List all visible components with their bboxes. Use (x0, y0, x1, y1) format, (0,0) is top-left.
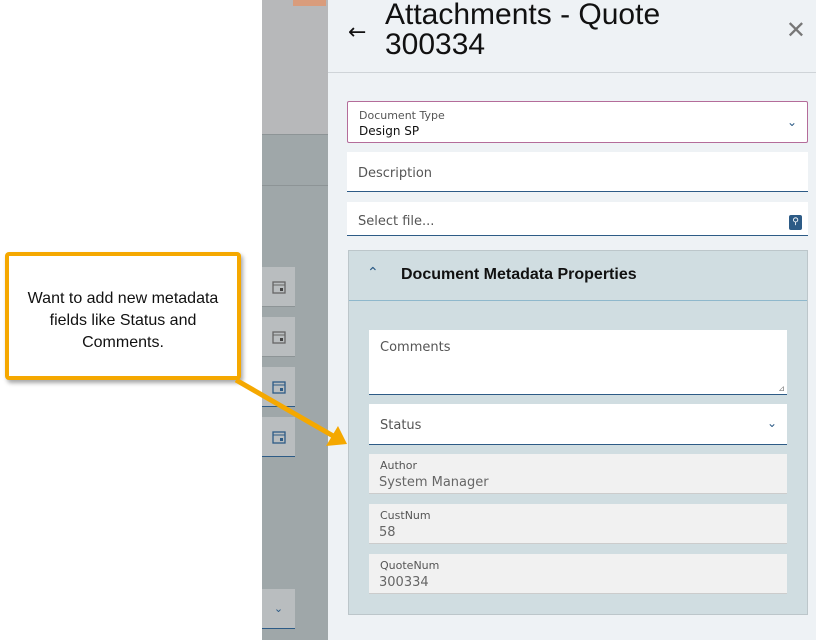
page-title: Attachments - Quote 300334 (385, 0, 661, 61)
background-header (262, 0, 328, 135)
quotenum-field: QuoteNum 300334 (369, 554, 787, 594)
author-value: System Manager (379, 475, 489, 490)
custnum-label: CustNum (380, 509, 431, 522)
metadata-header[interactable]: ⌃ Document Metadata Properties (349, 251, 807, 301)
attachments-panel: ← Attachments - Quote 300334 ✕ Document … (328, 0, 816, 640)
calendar-button[interactable] (262, 317, 295, 357)
browse-file-icon[interactable]: ⚲ (789, 215, 802, 230)
custnum-value: 58 (379, 525, 396, 540)
metadata-section: ⌃ Document Metadata Properties Comments … (348, 250, 808, 615)
chevron-down-icon: ⌄ (273, 602, 284, 615)
calendar-button[interactable] (262, 417, 295, 457)
chevron-down-icon: ⌄ (786, 115, 797, 129)
chevron-down-icon: ⌄ (766, 416, 777, 430)
resize-handle-icon[interactable]: ⊿ (778, 384, 785, 393)
calendar-icon (271, 330, 286, 344)
document-type-value: Design SP (359, 124, 420, 138)
quotenum-label: QuoteNum (380, 559, 440, 572)
calendar-button[interactable] (262, 367, 295, 407)
back-arrow-icon[interactable]: ← (348, 20, 366, 45)
status-select[interactable]: Status ⌄ (369, 404, 787, 445)
author-field: Author System Manager (369, 454, 787, 494)
author-label: Author (380, 459, 418, 472)
document-type-label: Document Type (359, 109, 445, 122)
comments-textarea[interactable]: Comments ⊿ (369, 330, 787, 395)
file-select-input[interactable]: Select file... ⚲ (347, 202, 808, 236)
status-placeholder: Status (380, 418, 422, 433)
calendar-icon (271, 280, 286, 294)
callout-text: Want to add new metadata fields like Sta… (27, 290, 219, 351)
document-type-select[interactable]: Document Type Design SP ⌄ (347, 101, 808, 143)
divider (262, 185, 328, 186)
close-icon[interactable]: ✕ (786, 16, 806, 44)
panel-header: ← Attachments - Quote 300334 ✕ (328, 0, 816, 73)
file-placeholder: Select file... (358, 214, 435, 229)
quotenum-value: 300334 (379, 575, 429, 590)
calendar-icon (271, 380, 286, 394)
chevron-up-icon[interactable]: ⌃ (367, 265, 379, 281)
calendar-icon (271, 430, 286, 444)
description-placeholder: Description (358, 166, 433, 181)
annotation-callout: Want to add new metadata fields like Sta… (5, 252, 241, 380)
calendar-button[interactable] (262, 267, 295, 307)
metadata-title: Document Metadata Properties (401, 266, 637, 283)
dropdown-button[interactable]: ⌄ (262, 589, 295, 629)
background-tag (293, 0, 326, 6)
description-input[interactable]: Description (347, 152, 808, 192)
comments-placeholder: Comments (380, 340, 451, 355)
custnum-field: CustNum 58 (369, 504, 787, 544)
